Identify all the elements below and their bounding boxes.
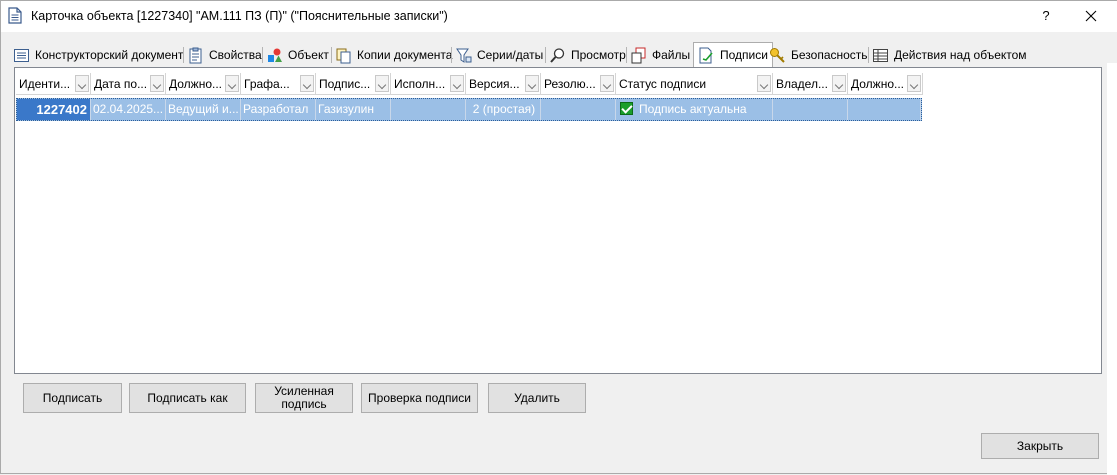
cell-date: 02.04.2025... bbox=[91, 99, 166, 120]
column-header-owner[interactable]: Владел... bbox=[773, 73, 848, 95]
sign-button[interactable]: Подписать bbox=[23, 383, 122, 413]
tab-signatures[interactable]: Подписи bbox=[693, 42, 773, 67]
cell-column: Разработал bbox=[241, 99, 316, 120]
copies-icon bbox=[335, 47, 352, 64]
delete-button[interactable]: Удалить bbox=[488, 383, 586, 413]
tab-label: Свойства bbox=[209, 48, 262, 62]
table-row[interactable]: 1227402 02.04.2025... Ведущий и... Разра… bbox=[16, 98, 922, 121]
tab-label: Подписи bbox=[720, 48, 768, 62]
signatures-grid: Иденти... Дата по... Должно... Графа... … bbox=[14, 67, 1102, 374]
tab-label: Безопасность bbox=[791, 48, 868, 62]
tab-object[interactable]: Объект bbox=[266, 44, 329, 66]
properties-icon bbox=[187, 47, 204, 64]
chevron-down-icon[interactable] bbox=[757, 75, 771, 92]
document-form-icon bbox=[13, 47, 30, 64]
close-icon bbox=[1075, 10, 1107, 30]
tab-label: Файлы bbox=[652, 48, 691, 62]
tab-divider bbox=[545, 47, 546, 63]
close-window-button[interactable] bbox=[1075, 5, 1107, 27]
tab-series-dates[interactable]: Серии/даты bbox=[455, 44, 543, 66]
cell-position: Ведущий и... bbox=[166, 99, 241, 120]
cell-id: 1227402 bbox=[17, 99, 91, 120]
filter-icon bbox=[455, 47, 472, 64]
column-header-owner-position[interactable]: Должно... bbox=[848, 73, 923, 95]
tab-preview[interactable]: Просмотр bbox=[549, 44, 626, 66]
grid-header: Иденти... Дата по... Должно... Графа... … bbox=[16, 73, 923, 95]
chevron-down-icon[interactable] bbox=[300, 75, 314, 92]
cell-signer: Газизулин bbox=[316, 99, 391, 120]
cell-executor bbox=[391, 99, 466, 120]
object-icon bbox=[266, 47, 283, 64]
tab-label: Действия над объектом bbox=[894, 48, 1027, 62]
key-icon bbox=[769, 47, 786, 64]
tab-divider bbox=[331, 47, 332, 63]
tab-divider bbox=[451, 47, 452, 63]
column-header-status[interactable]: Статус подписи bbox=[616, 73, 773, 95]
cell-version: 2 (простая) bbox=[466, 99, 541, 120]
chevron-down-icon[interactable] bbox=[75, 75, 89, 92]
tab-strip: Конструкторский документ Свойства Объект… bbox=[13, 42, 1113, 67]
sign-as-button[interactable]: Подписать как bbox=[129, 383, 246, 413]
chevron-down-icon[interactable] bbox=[525, 75, 539, 92]
help-button[interactable]: ? bbox=[1031, 5, 1061, 27]
tab-files[interactable]: Файлы bbox=[630, 44, 690, 66]
enhanced-signature-button[interactable]: Усиленная подпись bbox=[255, 383, 353, 413]
column-header-column[interactable]: Графа... bbox=[241, 73, 316, 95]
tab-divider bbox=[626, 47, 627, 63]
column-header-id[interactable]: Иденти... bbox=[16, 73, 91, 95]
chevron-down-icon[interactable] bbox=[375, 75, 389, 92]
tab-document-copies[interactable]: Копии документа bbox=[335, 44, 452, 66]
cell-resolution bbox=[541, 99, 616, 120]
cell-status: Подпись актуальна bbox=[616, 99, 773, 120]
cell-owner bbox=[773, 99, 848, 120]
signature-icon bbox=[698, 47, 715, 64]
column-header-signer[interactable]: Подпис... bbox=[316, 73, 391, 95]
column-header-version[interactable]: Версия... bbox=[466, 73, 541, 95]
actions-table-icon bbox=[872, 47, 889, 64]
right-edge-strip bbox=[1107, 63, 1117, 475]
window-title: Карточка объекта [1227340] "АМ.111 ПЗ (П… bbox=[31, 9, 448, 23]
chevron-down-icon[interactable] bbox=[450, 75, 464, 92]
magnifier-icon bbox=[549, 47, 566, 64]
tab-label: Просмотр bbox=[571, 48, 626, 62]
files-icon bbox=[630, 47, 647, 64]
tab-object-actions[interactable]: Действия над объектом bbox=[872, 44, 1027, 66]
tab-label: Копии документа bbox=[357, 48, 453, 62]
tab-divider bbox=[262, 47, 263, 63]
tab-label: Конструкторский документ bbox=[35, 48, 184, 62]
chevron-down-icon[interactable] bbox=[150, 75, 164, 92]
close-button[interactable]: Закрыть bbox=[981, 433, 1099, 459]
tab-security[interactable]: Безопасность bbox=[769, 44, 868, 66]
cell-owner-position bbox=[848, 99, 921, 120]
column-header-executor[interactable]: Исполн... bbox=[391, 73, 466, 95]
status-text: Подпись актуальна bbox=[639, 102, 747, 116]
tab-label: Серии/даты bbox=[477, 48, 544, 62]
document-icon bbox=[8, 7, 22, 24]
column-header-resolution[interactable]: Резолю... bbox=[541, 73, 616, 95]
tab-properties[interactable]: Свойства bbox=[187, 44, 262, 66]
tab-divider bbox=[868, 47, 869, 63]
tab-design-document[interactable]: Конструкторский документ bbox=[13, 44, 183, 66]
chevron-down-icon[interactable] bbox=[225, 75, 239, 92]
object-card-window: Карточка объекта [1227340] "АМ.111 ПЗ (П… bbox=[0, 0, 1117, 475]
chevron-down-icon[interactable] bbox=[600, 75, 614, 92]
chevron-down-icon[interactable] bbox=[907, 75, 921, 92]
tab-label: Объект bbox=[288, 48, 329, 62]
tab-divider bbox=[183, 47, 184, 63]
verify-signature-button[interactable]: Проверка подписи bbox=[361, 383, 478, 413]
chevron-down-icon[interactable] bbox=[832, 75, 846, 92]
title-bar: Карточка объекта [1227340] "АМ.111 ПЗ (П… bbox=[1, 1, 1117, 32]
column-header-position[interactable]: Должно... bbox=[166, 73, 241, 95]
column-header-date[interactable]: Дата по... bbox=[91, 73, 166, 95]
checkmark-icon bbox=[620, 102, 633, 115]
